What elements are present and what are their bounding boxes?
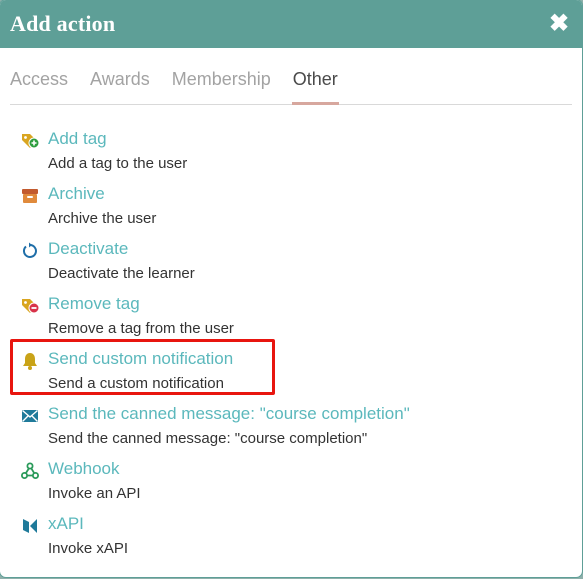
tab-awards[interactable]: Awards	[90, 69, 150, 104]
tab-membership[interactable]: Membership	[172, 69, 271, 104]
webhook-icon	[20, 461, 40, 481]
action-list: Add tag Add a tag to the user Archive Ar…	[0, 105, 582, 569]
action-name[interactable]: Deactivate	[48, 239, 128, 259]
action-item-add-tag[interactable]: Add tag Add a tag to the user	[20, 129, 582, 184]
bell-icon	[20, 351, 40, 371]
action-item-send-custom-notification[interactable]: Send custom notification Send a custom n…	[20, 349, 582, 404]
action-item-archive[interactable]: Archive Archive the user	[20, 184, 582, 239]
action-item-send-canned-message[interactable]: Send the canned message: "course complet…	[20, 404, 582, 459]
action-description: Invoke an API	[48, 485, 141, 502]
add-action-dialog: Add action ✖ Access Awards Membership Ot…	[0, 0, 582, 577]
action-name[interactable]: Archive	[48, 184, 105, 204]
action-name[interactable]: Send the canned message: "course complet…	[48, 404, 410, 424]
action-description: Archive the user	[48, 210, 157, 227]
tab-bar: Access Awards Membership Other	[10, 48, 572, 105]
dialog-header: Add action ✖	[0, 0, 582, 48]
action-description: Remove a tag from the user	[48, 320, 234, 337]
tab-other[interactable]: Other	[291, 69, 339, 105]
action-description: Send the canned message: "course complet…	[48, 430, 368, 447]
action-description: Send a custom notification	[48, 375, 224, 392]
action-name[interactable]: xAPI	[48, 514, 84, 534]
action-item-webhook[interactable]: Webhook Invoke an API	[20, 459, 582, 514]
action-item-remove-tag[interactable]: Remove tag Remove a tag from the user	[20, 294, 582, 349]
action-item-xapi[interactable]: xAPI Invoke xAPI	[20, 514, 582, 569]
close-icon[interactable]: ✖	[548, 12, 570, 36]
action-description: Deactivate the learner	[48, 265, 195, 282]
tab-access[interactable]: Access	[10, 69, 68, 104]
action-name[interactable]: Send custom notification	[48, 349, 233, 369]
action-item-deactivate[interactable]: Deactivate Deactivate the learner	[20, 239, 582, 294]
xapi-icon	[20, 516, 40, 536]
action-name[interactable]: Add tag	[48, 129, 107, 149]
action-name[interactable]: Remove tag	[48, 294, 140, 314]
action-name[interactable]: Webhook	[48, 459, 120, 479]
tag-remove-icon	[20, 296, 40, 316]
dialog-title: Add action	[10, 11, 116, 36]
action-description: Invoke xAPI	[48, 540, 129, 557]
tag-add-icon	[20, 131, 40, 151]
envelope-icon	[20, 406, 40, 426]
archive-icon	[20, 186, 40, 206]
action-description: Add a tag to the user	[48, 155, 188, 172]
deactivate-icon	[20, 241, 40, 261]
